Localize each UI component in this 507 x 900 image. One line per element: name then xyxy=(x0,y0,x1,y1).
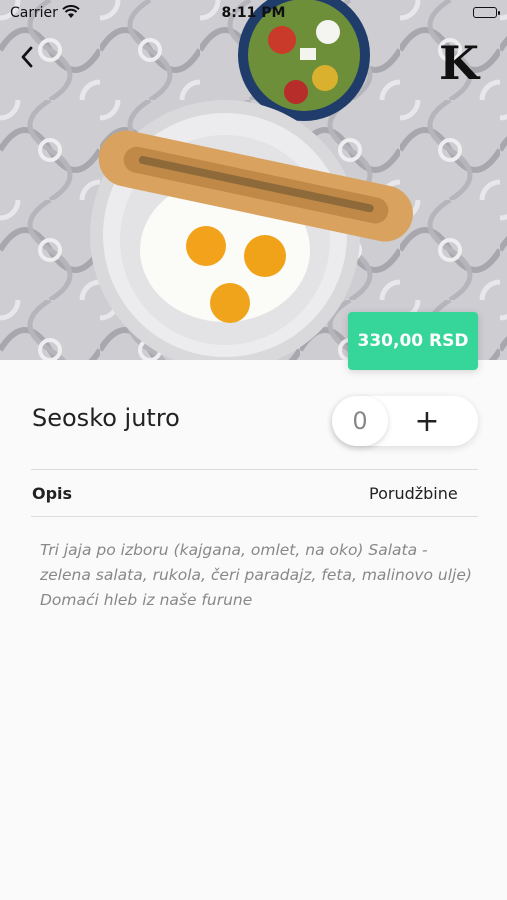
back-button[interactable] xyxy=(20,46,50,76)
brand-logo: K xyxy=(439,36,479,90)
product-description: Tri jaja po izboru (kajgana, omlet, na o… xyxy=(40,541,472,609)
product-photo: Carrier 8:11 PM K xyxy=(0,0,507,360)
quantity-stepper: 0 + xyxy=(332,396,478,446)
divider xyxy=(31,516,478,517)
tab-description[interactable]: Opis xyxy=(32,484,72,503)
product-title: Seosko jutro xyxy=(32,404,180,432)
chevron-left-icon xyxy=(21,46,33,68)
price-badge: 330,00 RSD xyxy=(348,312,478,370)
quantity-value: 0 xyxy=(332,396,388,446)
add-button[interactable]: + xyxy=(402,396,452,446)
tab-orders[interactable]: Porudžbine xyxy=(369,484,458,503)
battery-icon xyxy=(473,7,500,18)
breakfast-photo xyxy=(0,0,507,360)
status-time: 8:11 PM xyxy=(221,5,286,21)
divider xyxy=(31,469,478,470)
status-bar: Carrier 8:11 PM xyxy=(0,0,507,28)
